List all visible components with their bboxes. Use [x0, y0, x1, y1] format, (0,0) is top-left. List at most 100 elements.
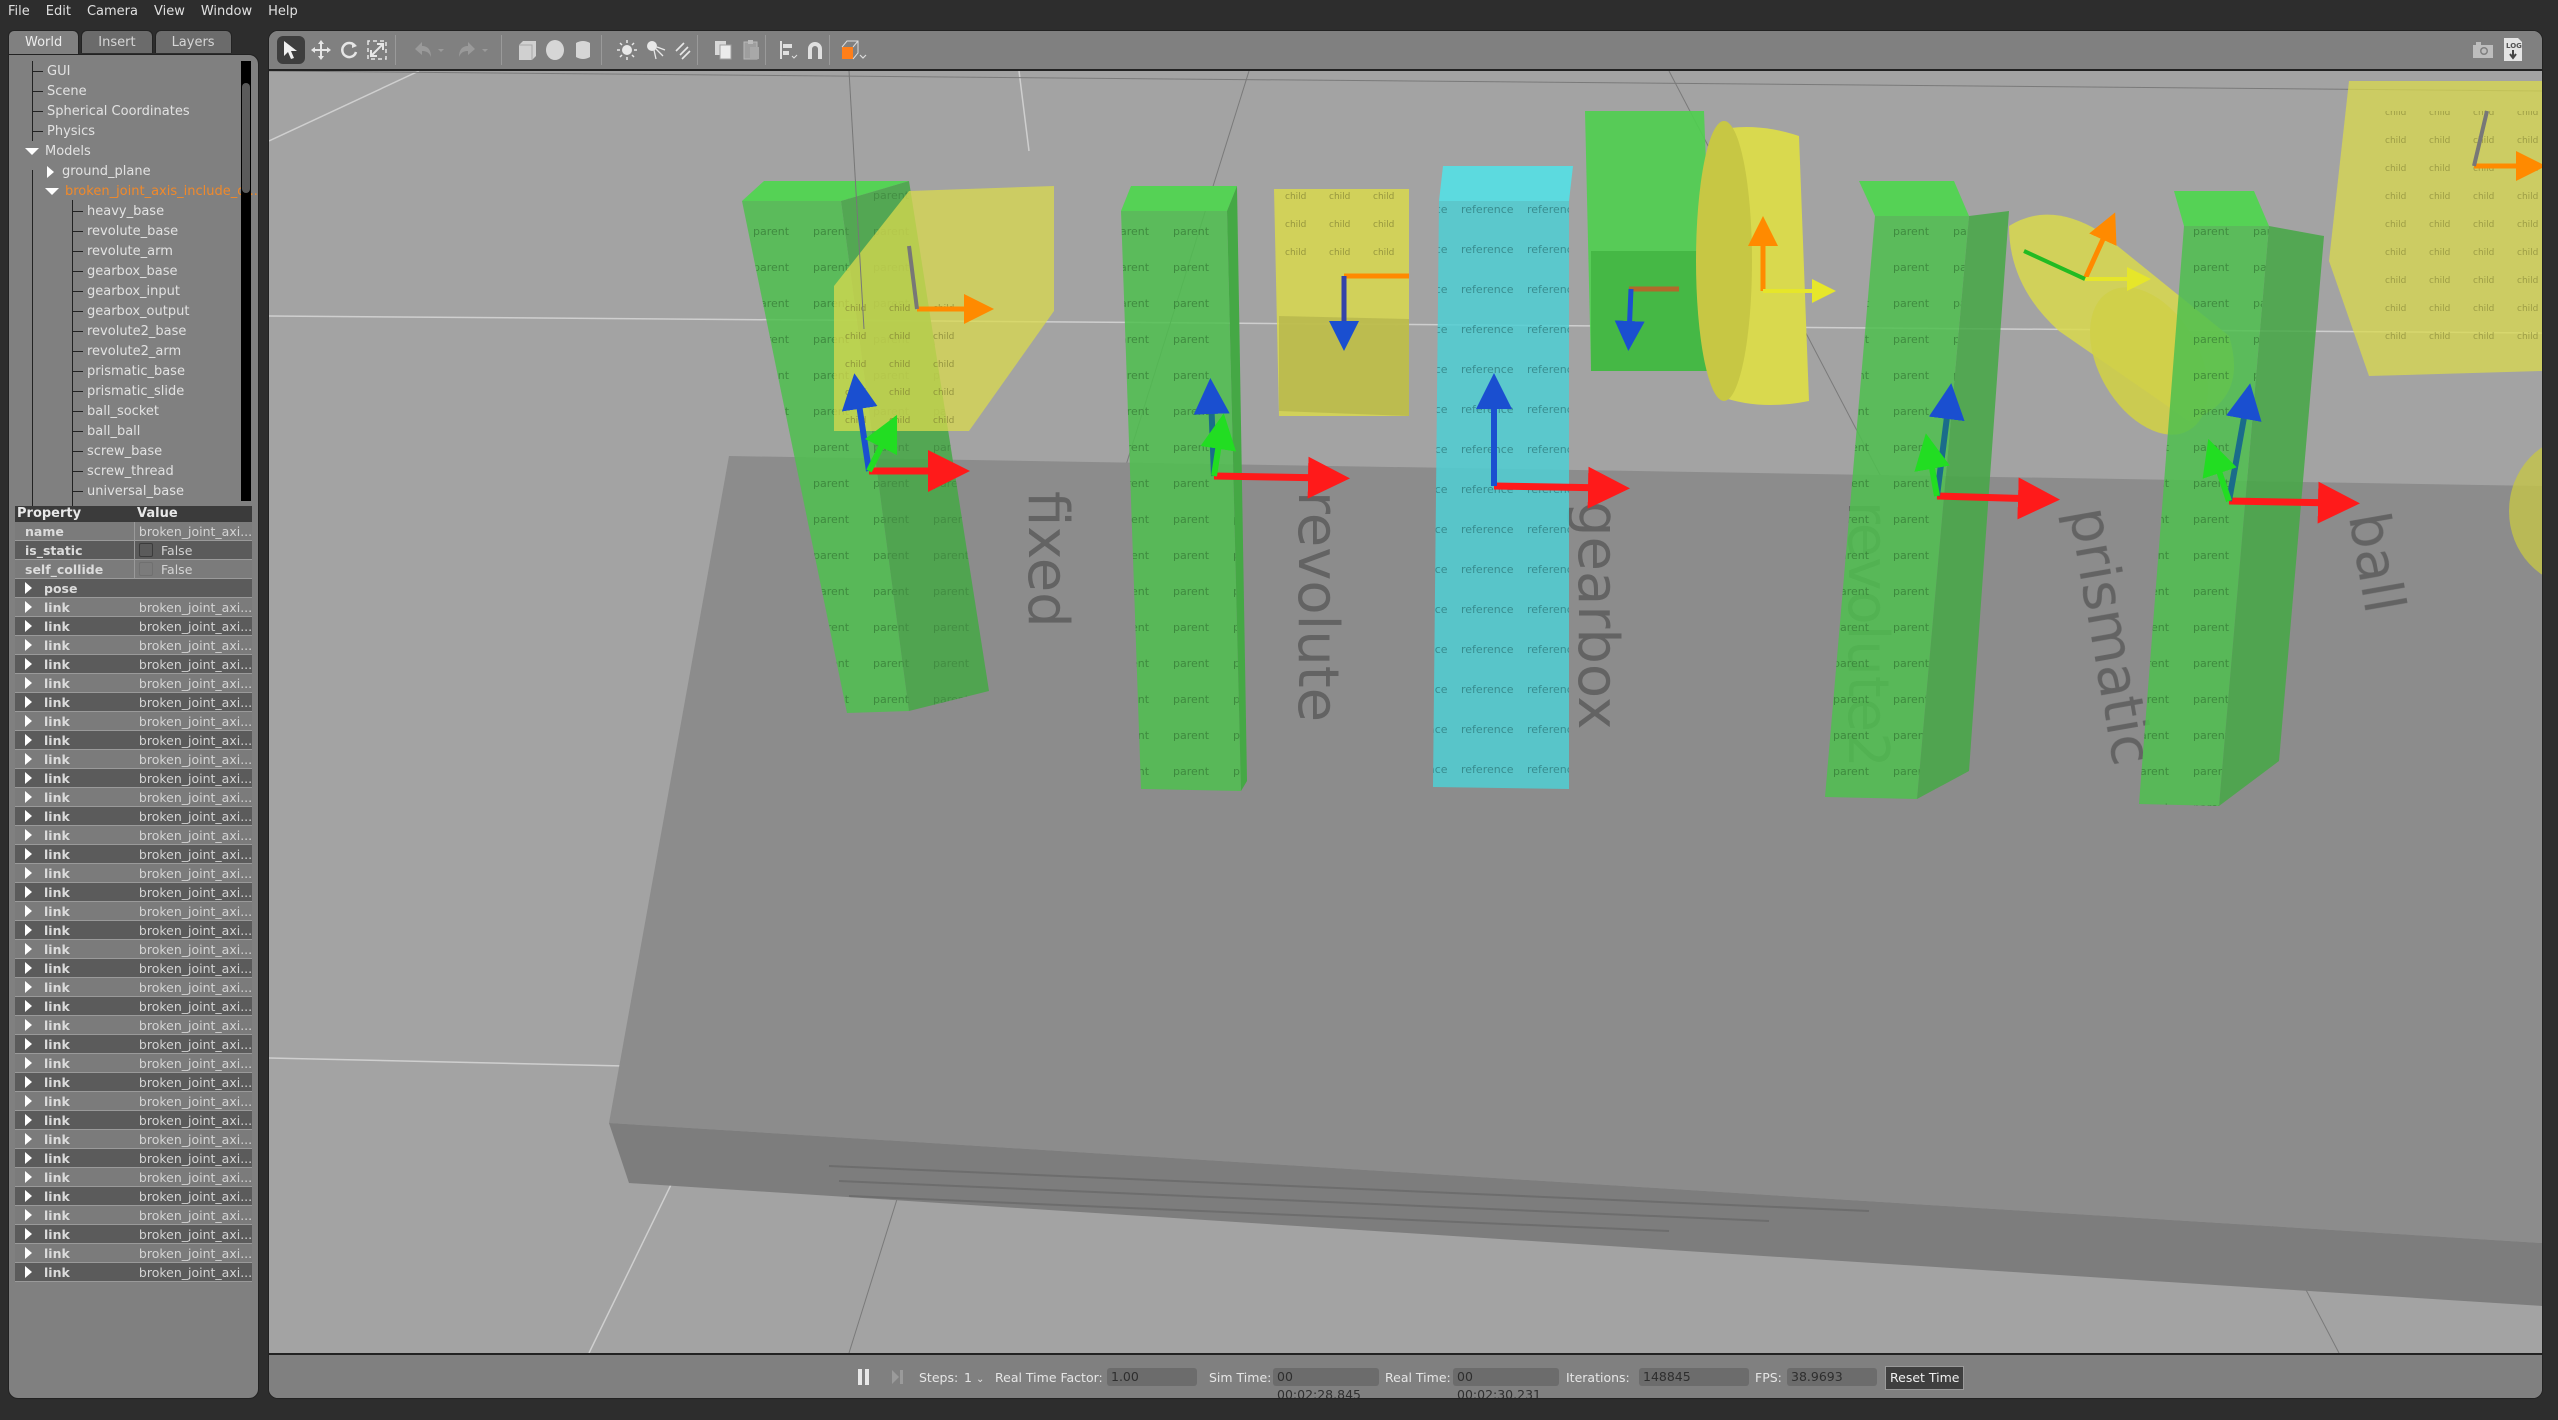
expand-right-icon[interactable]: [25, 1000, 32, 1012]
property-row-link[interactable]: link broken_joint_axi...: [15, 902, 252, 921]
steps-value[interactable]: 1 ⌄: [964, 1368, 984, 1388]
property-row-link[interactable]: link broken_joint_axi...: [15, 997, 252, 1016]
tree-item-link[interactable]: revolute2_arm: [73, 342, 181, 362]
expand-right-icon[interactable]: [25, 1019, 32, 1031]
tree-item-link[interactable]: gearbox_input: [73, 282, 180, 302]
property-row-link[interactable]: link broken_joint_axi...: [15, 636, 252, 655]
expand-right-icon[interactable]: [25, 1266, 32, 1278]
property-row-is-static[interactable]: is_static False: [15, 541, 252, 560]
expand-right-icon[interactable]: [25, 981, 32, 993]
expand-right-icon[interactable]: [25, 1247, 32, 1259]
property-row-link[interactable]: link broken_joint_axi...: [15, 598, 252, 617]
property-row-link[interactable]: link broken_joint_axi...: [15, 1187, 252, 1206]
expand-right-icon[interactable]: [47, 165, 54, 178]
tree-scrollbar-arrow[interactable]: [242, 479, 250, 501]
cylinder-shape-button[interactable]: [569, 36, 597, 64]
fps-field[interactable]: 38.9693: [1787, 1368, 1877, 1386]
paste-button[interactable]: [737, 36, 765, 64]
pause-button[interactable]: [857, 1367, 871, 1387]
property-row-link[interactable]: link broken_joint_axi...: [15, 712, 252, 731]
property-row-link[interactable]: link broken_joint_axi...: [15, 674, 252, 693]
menu-file[interactable]: File: [0, 4, 38, 19]
tree-scrollbar[interactable]: [241, 61, 251, 501]
is-static-checkbox[interactable]: [139, 543, 153, 557]
copy-button[interactable]: [709, 36, 737, 64]
self-collide-checkbox[interactable]: [139, 562, 153, 576]
tree-item-models[interactable]: Models: [25, 142, 91, 162]
expand-right-icon[interactable]: [25, 1209, 32, 1221]
property-row-link[interactable]: link broken_joint_axi...: [15, 731, 252, 750]
directional-light-button[interactable]: [669, 36, 697, 64]
log-button[interactable]: LOG: [2499, 36, 2527, 64]
sphere-shape-button[interactable]: [541, 36, 569, 64]
spot-light-button[interactable]: [641, 36, 669, 64]
expand-right-icon[interactable]: [25, 1057, 32, 1069]
property-row-link[interactable]: link broken_joint_axi...: [15, 1092, 252, 1111]
tree-item-link[interactable]: screw_thread: [73, 462, 174, 482]
menu-edit[interactable]: Edit: [38, 4, 79, 19]
iterations-field[interactable]: 148845: [1639, 1368, 1749, 1386]
expand-right-icon[interactable]: [25, 1133, 32, 1145]
tree-item-selected-model[interactable]: broken_joint_axis_include_d...: [45, 182, 258, 202]
tree-item-link[interactable]: revolute_base: [73, 222, 178, 242]
reset-time-button[interactable]: Reset Time: [1885, 1366, 1965, 1390]
snap-button[interactable]: [801, 36, 829, 64]
expand-right-icon[interactable]: [25, 753, 32, 765]
property-row-link[interactable]: link broken_joint_axi...: [15, 750, 252, 769]
menu-view[interactable]: View: [146, 4, 193, 19]
property-row-link[interactable]: link broken_joint_axi...: [15, 1111, 252, 1130]
chevron-down-icon[interactable]: ⌄: [976, 1374, 984, 1385]
expand-right-icon[interactable]: [25, 810, 32, 822]
property-row-name[interactable]: name broken_joint_axi...: [15, 522, 252, 541]
property-row-self-collide[interactable]: self_collide False: [15, 560, 252, 579]
expand-down-icon[interactable]: [45, 188, 59, 195]
property-row-link[interactable]: link broken_joint_axi...: [15, 1244, 252, 1263]
property-row-link[interactable]: link broken_joint_axi...: [15, 1130, 252, 1149]
real-time-field[interactable]: 00 00:02:30.231: [1453, 1368, 1559, 1398]
property-row-link[interactable]: link broken_joint_axi...: [15, 883, 252, 902]
expand-right-icon[interactable]: [25, 848, 32, 860]
expand-right-icon[interactable]: [25, 829, 32, 841]
expand-right-icon[interactable]: [25, 772, 32, 784]
property-row-link[interactable]: link broken_joint_axi...: [15, 655, 252, 674]
rotate-mode-button[interactable]: [335, 36, 363, 64]
select-mode-button[interactable]: [277, 36, 305, 64]
property-row-link[interactable]: link broken_joint_axi...: [15, 1168, 252, 1187]
tree-item-physics[interactable]: Physics: [33, 122, 95, 142]
expand-right-icon[interactable]: [25, 1095, 32, 1107]
redo-history-button[interactable]: [477, 36, 493, 64]
property-row-link[interactable]: link broken_joint_axi...: [15, 1206, 252, 1225]
expand-right-icon[interactable]: [25, 1228, 32, 1240]
tab-insert[interactable]: Insert: [81, 30, 153, 53]
tree-item-link[interactable]: gearbox_base: [73, 262, 178, 282]
property-row-link[interactable]: link broken_joint_axi...: [15, 921, 252, 940]
sim-time-field[interactable]: 00 00:02:28.845: [1273, 1368, 1379, 1398]
property-row-link[interactable]: link broken_joint_axi...: [15, 1225, 252, 1244]
tree-item-link[interactable]: gearbox_output: [73, 302, 189, 322]
property-row-link[interactable]: link broken_joint_axi...: [15, 617, 252, 636]
property-row-link[interactable]: link broken_joint_axi...: [15, 807, 252, 826]
expand-right-icon[interactable]: [25, 1152, 32, 1164]
expand-right-icon[interactable]: [25, 905, 32, 917]
property-row-link[interactable]: link broken_joint_axi...: [15, 978, 252, 997]
expand-right-icon[interactable]: [25, 867, 32, 879]
expand-right-icon[interactable]: [25, 924, 32, 936]
expand-right-icon[interactable]: [25, 620, 32, 632]
3d-viewport[interactable]: parent reference child: [269, 71, 2542, 1353]
tree-item-link[interactable]: prismatic_slide: [73, 382, 184, 402]
property-row-link[interactable]: link broken_joint_axi...: [15, 1073, 252, 1092]
expand-right-icon[interactable]: [25, 1038, 32, 1050]
property-row-link[interactable]: link broken_joint_axi...: [15, 1016, 252, 1035]
tree-item-link[interactable]: universal_base: [73, 482, 184, 502]
expand-right-icon[interactable]: [25, 677, 32, 689]
expand-right-icon[interactable]: [25, 1171, 32, 1183]
property-row-pose[interactable]: pose: [15, 579, 252, 598]
align-button[interactable]: [775, 36, 803, 64]
expand-right-icon[interactable]: [25, 601, 32, 613]
tree-item-link[interactable]: prismatic_base: [73, 362, 185, 382]
property-row-link[interactable]: link broken_joint_axi...: [15, 1054, 252, 1073]
tree-item-scene[interactable]: Scene: [33, 82, 87, 102]
expand-right-icon[interactable]: [25, 886, 32, 898]
expand-right-icon[interactable]: [25, 1114, 32, 1126]
tree-item-link[interactable]: revolute2_base: [73, 322, 186, 342]
